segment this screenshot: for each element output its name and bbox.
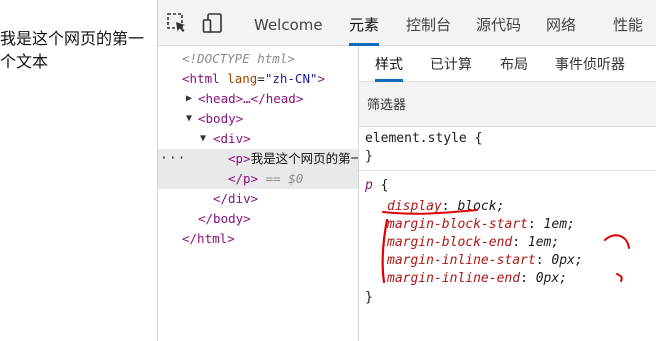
- dom-node-html-close[interactable]: </html>: [158, 229, 358, 249]
- dom-node-body-close[interactable]: </body>: [158, 209, 358, 229]
- tab-welcome[interactable]: Welcome: [254, 0, 323, 46]
- dom-node-p-close[interactable]: </p> == $0: [158, 169, 358, 189]
- dom-node-doctype[interactable]: <!DOCTYPE html>: [158, 49, 358, 69]
- devtools-panel: Welcome 元素 控制台 源代码 网络 性能 <!DOCTYPE html>…: [158, 0, 656, 341]
- p-close-tag: </p>: [228, 171, 259, 186]
- elements-dom-tree: <!DOCTYPE html> <html lang="zh-CN"> ▶ <h…: [158, 46, 358, 341]
- dom-node-body[interactable]: ▼ <body>: [158, 109, 358, 129]
- head-collapsed-text: <head>…</head>: [198, 91, 304, 106]
- selected-node-marker: == $0: [265, 171, 304, 186]
- body-close-tag: </body>: [198, 211, 251, 226]
- collapse-arrow-icon[interactable]: ▼: [186, 109, 192, 129]
- html-close-tag: </html>: [182, 231, 235, 246]
- dom-node-div-close[interactable]: </div>: [158, 189, 358, 209]
- attr-name: lang: [227, 71, 258, 86]
- html-tag-name: html: [189, 71, 220, 86]
- dom-node-div[interactable]: ▼ <div>: [158, 129, 358, 149]
- tab-performance[interactable]: 性能: [613, 0, 643, 46]
- dom-node-head[interactable]: ▶ <head>…</head>: [158, 89, 358, 109]
- collapse-arrow-icon[interactable]: ▼: [200, 129, 206, 149]
- tab-elements[interactable]: 元素: [349, 0, 380, 46]
- more-options-icon[interactable]: ···: [160, 149, 186, 169]
- expand-arrow-icon[interactable]: ▶: [186, 89, 192, 109]
- tab-console[interactable]: 控制台: [406, 0, 451, 46]
- tab-label: 控制台: [406, 16, 452, 34]
- page-paragraph-text: 我是这个网页的第一个文本: [0, 29, 145, 71]
- tab-label: 网络: [546, 16, 577, 34]
- dom-node-html[interactable]: <html lang="zh-CN">: [158, 69, 358, 89]
- page-preview: 我是这个网页的第一个文本: [0, 0, 157, 341]
- tab-label: Welcome: [254, 16, 323, 34]
- tab-sources[interactable]: 源代码: [476, 0, 521, 46]
- red-annotation-marks: [381, 209, 630, 284]
- p-text-content: 我是这个网页的第一个文本: [250, 151, 358, 166]
- div-close-tag: </div>: [213, 191, 259, 206]
- dom-node-p-selected[interactable]: ··· <p>我是这个网页的第一个文本: [158, 149, 358, 169]
- tab-label: 性能: [613, 16, 644, 34]
- devtools-toolbar: Welcome 元素 控制台 源代码 网络 性能: [158, 0, 656, 46]
- styles-pane: 样式 已计算 布局 事件侦听器 element.style { } p { di…: [359, 46, 656, 341]
- inspect-element-icon[interactable]: [166, 12, 188, 34]
- doctype-text: <!DOCTYPE html>: [182, 51, 295, 66]
- tab-label: 元素: [349, 16, 380, 34]
- body-open-tag: <body>: [198, 111, 244, 126]
- tab-label: 源代码: [476, 16, 522, 34]
- device-emulation-icon[interactable]: [202, 12, 224, 34]
- div-open-tag: <div>: [213, 131, 251, 146]
- p-open-tag: <p>: [228, 151, 251, 166]
- attr-value: "zh-CN": [264, 71, 318, 86]
- tab-network[interactable]: 网络: [546, 0, 576, 46]
